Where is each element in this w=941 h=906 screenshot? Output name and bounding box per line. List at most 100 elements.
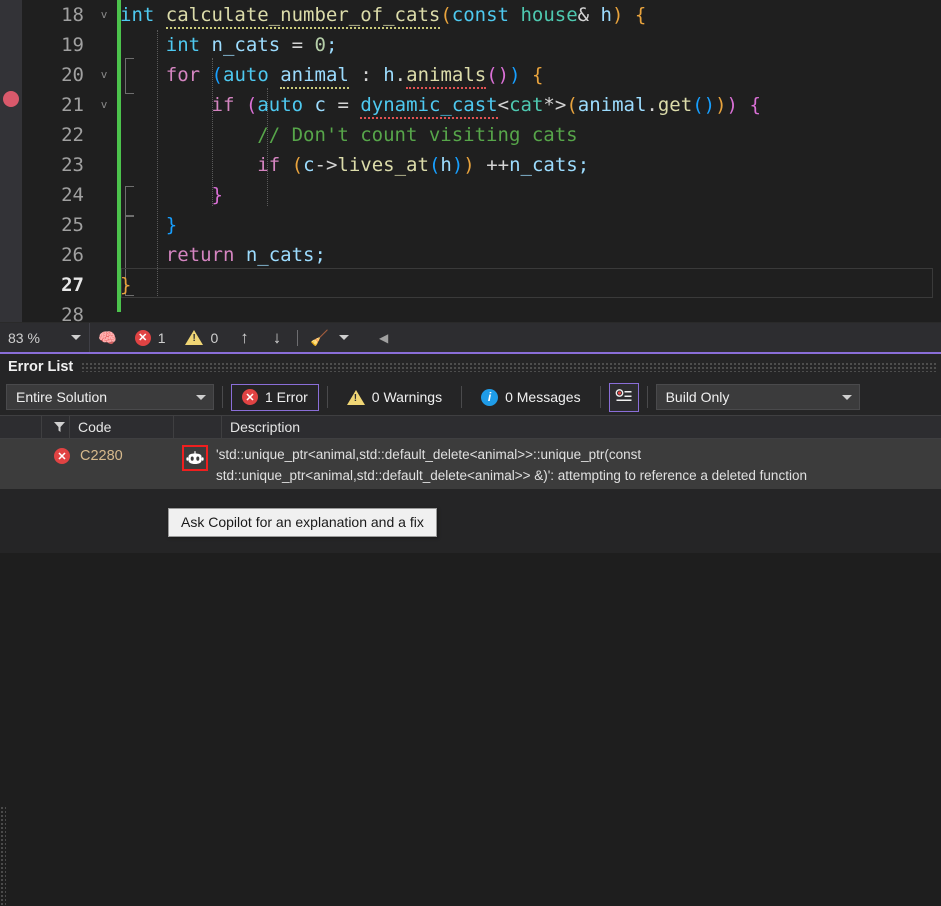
- errors-filter-label: 1 Error: [265, 389, 308, 405]
- line-number: 24: [22, 184, 94, 206]
- code-text: }: [120, 274, 131, 296]
- line-number: 23: [22, 154, 94, 176]
- error-table-header[interactable]: Code Description: [0, 415, 941, 439]
- code-text: return n_cats;: [120, 244, 326, 266]
- warning-triangle-icon: [347, 390, 365, 405]
- errors-filter-button[interactable]: ✕ 1 Error: [231, 384, 319, 411]
- copilot-head-icon[interactable]: 🧠: [90, 329, 125, 347]
- line-number: 22: [22, 124, 94, 146]
- error-circle-icon: ✕: [135, 330, 151, 346]
- error-list-toolbar[interactable]: Entire Solution ✕ 1 Error 0 Warnings i 0…: [0, 379, 941, 415]
- cell-code[interactable]: C2280: [70, 443, 174, 464]
- code-line[interactable]: 24 }: [22, 180, 941, 210]
- cell-copilot-action[interactable]: [174, 443, 216, 471]
- breakpoint-marker[interactable]: [3, 91, 19, 107]
- message-filter-icon[interactable]: [609, 383, 639, 412]
- description-line-1: 'std::unique_ptr<animal,std::default_del…: [216, 444, 941, 465]
- warning-count-item[interactable]: 0: [175, 323, 228, 353]
- code-line[interactable]: 23 if (c->lives_at(h)) ++n_cats;: [22, 150, 941, 180]
- code-line-current[interactable]: 27 }: [22, 270, 941, 300]
- line-number: 20: [22, 64, 94, 86]
- error-list-title[interactable]: Error List: [0, 359, 81, 375]
- build-filter-value: Build Only: [666, 389, 730, 405]
- description-line-2: std::unique_ptr<animal,std::default_dele…: [216, 465, 941, 486]
- header-cell-action: [174, 415, 222, 439]
- editor-status-bar[interactable]: 83 % 🧠 ✕ 1 0 ↑ ↓ 🧹 ◀: [0, 322, 941, 352]
- copilot-icon-highlight[interactable]: [182, 445, 208, 471]
- code-cleanup-broom-icon[interactable]: 🧹: [302, 329, 337, 347]
- toolbar-separator: [600, 386, 601, 408]
- collapse-chevron-icon[interactable]: ◀: [371, 331, 396, 345]
- previous-issue-button[interactable]: ↑: [228, 328, 261, 348]
- code-text: for (auto animal : h.animals()) {: [120, 64, 543, 86]
- line-number: 18: [22, 4, 94, 26]
- chevron-down-icon[interactable]: [196, 395, 206, 400]
- copilot-robot-icon: [186, 451, 204, 466]
- zoom-level-combo[interactable]: 83 %: [0, 323, 90, 353]
- panel-drag-grip[interactable]: [81, 362, 937, 372]
- error-circle-icon: ✕: [242, 389, 258, 405]
- message-filter-glyph: [615, 389, 633, 405]
- build-filter-combo[interactable]: Build Only: [656, 384, 860, 410]
- info-circle-icon: i: [481, 389, 498, 406]
- line-number: 28: [22, 304, 94, 322]
- cell-description[interactable]: 'std::unique_ptr<animal,std::default_del…: [216, 443, 941, 486]
- error-circle-icon: ✕: [54, 448, 70, 464]
- header-cell-blank: [0, 415, 42, 439]
- scope-filter-combo[interactable]: Entire Solution: [6, 384, 214, 410]
- warning-triangle-icon: [185, 330, 203, 345]
- line-number: 26: [22, 244, 94, 266]
- code-line[interactable]: 19 int n_cats = 0;: [22, 30, 941, 60]
- line-number: 19: [22, 34, 94, 56]
- error-list-panel[interactable]: Error List Entire Solution ✕ 1 Error 0 W…: [0, 352, 941, 553]
- line-number: 21: [22, 94, 94, 116]
- code-line[interactable]: 25 }: [22, 210, 941, 240]
- code-text: }: [120, 184, 223, 206]
- fold-chevron-icon[interactable]: v: [94, 60, 114, 90]
- code-line[interactable]: 20 v for (auto animal : h.animals()) {: [22, 60, 941, 90]
- code-text: if (auto c = dynamic_cast<cat*>(animal.g…: [120, 94, 761, 116]
- toolbar-separator: [327, 386, 328, 408]
- column-filter-icon: [53, 421, 66, 433]
- header-cell-description[interactable]: Description: [222, 415, 941, 439]
- chevron-down-icon[interactable]: [842, 395, 852, 400]
- scope-filter-value: Entire Solution: [16, 389, 107, 405]
- error-count-item[interactable]: ✕ 1: [125, 323, 176, 353]
- code-line[interactable]: 28: [22, 300, 941, 322]
- code-text: int n_cats = 0;: [120, 34, 337, 56]
- line-number: 25: [22, 214, 94, 236]
- toolbar-separator: [222, 386, 223, 408]
- editor-gutter[interactable]: [0, 0, 22, 322]
- zoom-level-label: 83 %: [8, 330, 40, 346]
- header-cell-code[interactable]: Code: [70, 415, 174, 439]
- code-text: }: [120, 214, 177, 236]
- messages-filter-button[interactable]: i 0 Messages: [470, 384, 591, 411]
- toolbar-separator: [297, 330, 298, 346]
- header-cell-severity[interactable]: [42, 415, 70, 439]
- fold-chevron-icon[interactable]: v: [94, 0, 114, 30]
- chevron-down-icon[interactable]: [339, 335, 349, 340]
- copilot-tooltip: Ask Copilot for an explanation and a fix: [168, 508, 437, 537]
- line-number: 27: [22, 274, 94, 296]
- code-line[interactable]: 21 v if (auto c = dynamic_cast<cat*>(ani…: [22, 90, 941, 120]
- warnings-filter-button[interactable]: 0 Warnings: [336, 384, 453, 411]
- panel-edge-grip: [0, 806, 6, 906]
- cell-severity: ✕: [0, 443, 70, 464]
- code-text: int calculate_number_of_cats(const house…: [120, 4, 646, 26]
- code-line[interactable]: 18 v int calculate_number_of_cats(const …: [22, 0, 941, 30]
- code-area[interactable]: 18 v int calculate_number_of_cats(const …: [22, 0, 941, 322]
- code-line[interactable]: 22 // Don't count visiting cats: [22, 120, 941, 150]
- messages-filter-label: 0 Messages: [505, 389, 580, 405]
- next-issue-button[interactable]: ↓: [261, 328, 294, 348]
- code-line[interactable]: 26 return n_cats;: [22, 240, 941, 270]
- error-list-tab-row[interactable]: Error List: [0, 354, 941, 379]
- toolbar-separator: [461, 386, 462, 408]
- code-text: // Don't count visiting cats: [120, 124, 578, 146]
- code-text: if (c->lives_at(h)) ++n_cats;: [120, 154, 589, 176]
- code-editor[interactable]: 18 v int calculate_number_of_cats(const …: [0, 0, 941, 322]
- chevron-down-icon[interactable]: [71, 335, 81, 340]
- warnings-filter-label: 0 Warnings: [372, 389, 442, 405]
- toolbar-separator: [647, 386, 648, 408]
- fold-chevron-icon[interactable]: v: [94, 90, 114, 120]
- table-row[interactable]: ✕ C2280 'std::unique_ptr<animal,std::def…: [0, 439, 941, 489]
